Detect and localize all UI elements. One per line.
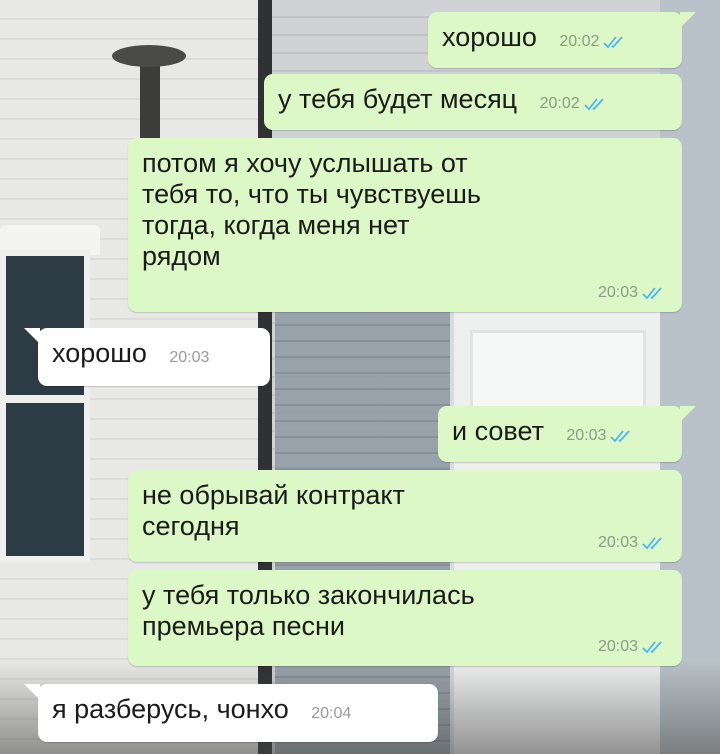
- message-text: хорошо: [442, 22, 537, 52]
- message-time: 20:03: [566, 427, 607, 444]
- message-time: 20:03: [597, 534, 638, 551]
- message-time: 20:03: [169, 349, 210, 366]
- message-time: 20:04: [311, 705, 352, 722]
- double-check-read-icon: [610, 430, 631, 443]
- message-list: хорошо 20:02 у тебя будет месяц 20:02 по…: [0, 0, 720, 754]
- double-check-read-icon: [642, 641, 662, 654]
- message-outgoing[interactable]: у тебя только закончилась премьера песни…: [128, 570, 682, 666]
- message-meta: 20:03: [598, 638, 668, 656]
- message-meta: 20:04: [311, 705, 351, 723]
- message-meta: 20:02: [559, 33, 629, 51]
- double-check-read-icon: [642, 537, 662, 550]
- message-text: у тебя только закончилась премьера песни: [142, 580, 475, 641]
- message-incoming[interactable]: хорошо 20:03: [24, 328, 270, 386]
- message-text: я разберусь, чонхо: [52, 694, 289, 724]
- double-check-read-icon: [603, 36, 624, 49]
- message-meta: 20:03: [169, 349, 209, 367]
- double-check-read-icon: [642, 287, 662, 300]
- message-time: 20:02: [539, 95, 580, 112]
- message-meta: 20:03: [566, 427, 636, 445]
- message-meta: 20:02: [540, 95, 610, 113]
- message-meta: 20:03: [598, 284, 668, 302]
- message-outgoing[interactable]: хорошо 20:02: [428, 12, 696, 68]
- message-time: 20:03: [597, 284, 638, 301]
- message-time: 20:02: [559, 33, 600, 50]
- message-time: 20:03: [597, 638, 638, 655]
- message-text: не обрывай контракт сегодня: [142, 480, 405, 541]
- message-outgoing[interactable]: у тебя будет месяц 20:02: [264, 74, 682, 130]
- message-text: и совет: [452, 416, 544, 446]
- message-text: у тебя будет месяц: [278, 84, 518, 114]
- message-outgoing[interactable]: и совет 20:03: [438, 406, 696, 462]
- message-meta: 20:03: [598, 534, 668, 552]
- message-outgoing[interactable]: потом я хочу услышать от тебя то, что ты…: [128, 138, 682, 312]
- message-incoming[interactable]: я разберусь, чонхо 20:04: [24, 684, 438, 742]
- message-text: хорошо: [52, 338, 147, 368]
- message-outgoing[interactable]: не обрывай контракт сегодня 20:03: [128, 470, 682, 562]
- message-text: потом я хочу услышать от тебя то, что ты…: [142, 148, 481, 271]
- double-check-read-icon: [584, 98, 604, 111]
